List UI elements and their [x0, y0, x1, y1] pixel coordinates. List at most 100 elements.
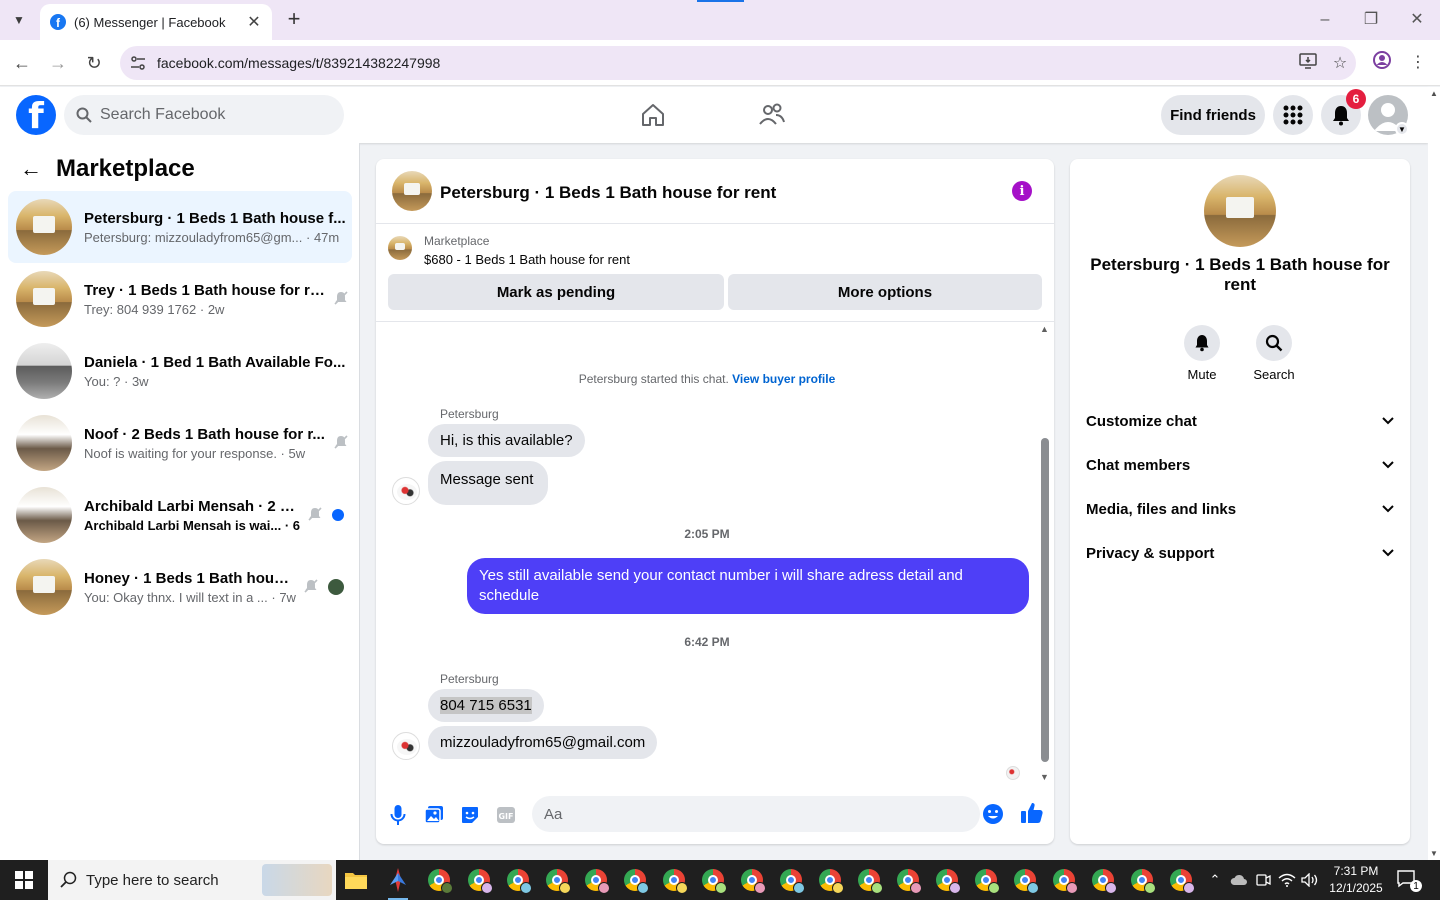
conversation-item[interactable]: Noof · 2 Beds 1 Bath house for r... Noof… [8, 407, 352, 479]
window-close-icon[interactable]: ✕ [1402, 8, 1432, 32]
app-pinned-icon[interactable] [382, 864, 414, 900]
chrome-profile-icon[interactable] [970, 864, 1002, 896]
home-icon[interactable] [635, 97, 671, 133]
thumbs-up-icon[interactable] [1020, 801, 1044, 825]
mute-button[interactable]: Mute [1172, 325, 1232, 382]
taskbar-clock[interactable]: 7:31 PM 12/1/2025 [1326, 863, 1386, 897]
file-explorer-icon[interactable] [340, 864, 372, 896]
more-options-button[interactable]: More options [728, 274, 1042, 310]
find-friends-button[interactable]: Find friends [1161, 95, 1265, 135]
menu-grid-icon[interactable] [1273, 95, 1313, 135]
tab-close-icon[interactable]: ✕ [246, 12, 262, 32]
outgoing-message[interactable]: Yes still available send your contact nu… [467, 558, 1029, 614]
forward-arrow-icon[interactable]: → [45, 50, 71, 76]
emoji-icon[interactable] [982, 803, 1004, 825]
chrome-profile-icon[interactable] [1087, 864, 1119, 896]
incoming-message[interactable]: Hi, is this available? [428, 424, 585, 457]
facebook-logo-icon[interactable]: f [16, 95, 56, 135]
chrome-profile-icon[interactable] [463, 864, 495, 896]
browser-menu-icon[interactable]: ⋮ [1405, 50, 1431, 76]
photo-icon[interactable] [422, 803, 446, 827]
listing-thumbnail[interactable] [388, 236, 412, 260]
chrome-profile-icon[interactable] [619, 864, 651, 896]
microphone-icon[interactable] [386, 803, 410, 827]
conversation-item[interactable]: Petersburg · 1 Beds 1 Bath house f... Pe… [8, 191, 352, 263]
chrome-profile-icon[interactable] [892, 864, 924, 896]
chat-title[interactable]: Petersburg · 1 Beds 1 Bath house for ren… [440, 183, 776, 203]
facebook-search-input[interactable] [100, 106, 320, 124]
windows-start-icon[interactable] [0, 860, 48, 900]
browser-tab-messenger[interactable]: f (6) Messenger | Facebook ✕ [40, 4, 272, 40]
media-files-links-section[interactable]: Media, files and links [1078, 487, 1402, 531]
gif-icon[interactable]: GIF [494, 803, 518, 827]
info-icon[interactable]: i [1012, 181, 1032, 201]
chrome-profile-icon[interactable] [502, 864, 534, 896]
chat-details-photo[interactable] [1204, 175, 1276, 247]
chrome-profile-icon[interactable] [814, 864, 846, 896]
sender-avatar[interactable] [392, 732, 420, 760]
facebook-search[interactable] [64, 95, 344, 135]
privacy-support-section[interactable]: Privacy & support [1078, 531, 1402, 575]
mark-as-pending-button[interactable]: Mark as pending [388, 274, 724, 310]
bookmark-star-icon[interactable]: ☆ [1324, 53, 1356, 73]
sender-avatar[interactable] [392, 477, 420, 505]
scrollbar-thumb[interactable] [1041, 438, 1049, 762]
new-tab-plus-icon[interactable]: + [282, 8, 306, 32]
scroll-up-arrow-icon[interactable]: ▲ [1040, 324, 1049, 334]
search-in-chat-button[interactable]: Search [1244, 325, 1304, 382]
page-scrollbar[interactable]: ▲ ▼ [1428, 87, 1440, 860]
sticker-icon[interactable] [458, 803, 482, 827]
view-buyer-profile-link[interactable]: View buyer profile [732, 372, 835, 386]
chrome-profile-icon[interactable] [541, 864, 573, 896]
wifi-icon[interactable] [1276, 860, 1298, 900]
address-bar[interactable]: facebook.com/messages/t/839214382247998 … [120, 46, 1356, 80]
chrome-profile-icon[interactable] [580, 864, 612, 896]
back-arrow-icon[interactable]: ← [9, 50, 35, 76]
scroll-down-arrow-icon[interactable]: ▼ [1040, 772, 1049, 782]
chrome-profile-icon[interactable] [931, 864, 963, 896]
chrome-profile-icon[interactable] [658, 864, 690, 896]
show-hidden-icons-chevron-up-icon[interactable]: ⌃ [1204, 860, 1226, 900]
message-input[interactable] [544, 805, 924, 823]
listing-title[interactable]: $680 - 1 Beds 1 Bath house for rent [424, 252, 630, 267]
chat-scrollbar[interactable]: ▲ ▼ [1038, 322, 1052, 782]
chrome-profile-icon[interactable] [736, 864, 768, 896]
chrome-profile-icon[interactable] [853, 864, 885, 896]
action-center-icon[interactable]: 1 [1396, 868, 1422, 892]
incoming-message[interactable]: mizzouladyfrom65@gmail.com [428, 726, 658, 759]
volume-icon[interactable] [1299, 860, 1321, 900]
conversation-item[interactable]: Daniela · 1 Bed 1 Bath Available Fo... Y… [8, 335, 352, 407]
chrome-profile-icon[interactable] [1048, 864, 1080, 896]
restore-icon[interactable]: ❐ [1356, 8, 1386, 32]
reload-icon[interactable]: ↻ [81, 50, 107, 76]
taskbar-search[interactable] [48, 860, 336, 900]
minimize-icon[interactable]: – [1310, 8, 1340, 32]
scroll-up-arrow-icon[interactable]: ▲ [1430, 89, 1438, 98]
account-chevron-down-icon[interactable]: ▼ [1395, 122, 1409, 136]
meet-now-icon[interactable] [1252, 860, 1274, 900]
friends-icon[interactable] [754, 97, 790, 133]
customize-chat-section[interactable]: Customize chat [1078, 399, 1402, 443]
chrome-profile-icon[interactable] [697, 864, 729, 896]
tab-search-chevron-icon[interactable]: ▼ [6, 8, 32, 32]
conversation-item[interactable]: Honey · 1 Beds 1 Bath house ... You: Oka… [8, 551, 352, 623]
site-settings-icon[interactable] [128, 53, 148, 73]
incoming-message[interactable]: Message sent [428, 461, 549, 505]
chrome-profile-icon[interactable] [1165, 864, 1197, 896]
conversation-item[interactable]: Archibald Larbi Mensah · 2 B... Archibal… [8, 479, 352, 551]
chrome-profile-icon[interactable] [1126, 864, 1158, 896]
incoming-message[interactable]: 804 715 6531 [428, 689, 544, 722]
taskbar-search-input[interactable] [86, 871, 256, 889]
scroll-down-arrow-icon[interactable]: ▼ [1430, 849, 1438, 858]
chrome-profile-icon[interactable] [1009, 864, 1041, 896]
chat-members-section[interactable]: Chat members [1078, 443, 1402, 487]
back-arrow-icon[interactable]: ← [20, 156, 44, 182]
chat-photo[interactable] [392, 171, 432, 211]
chrome-profile-icon[interactable] [423, 864, 455, 896]
install-app-icon[interactable] [1292, 52, 1324, 74]
onedrive-cloud-icon[interactable] [1228, 860, 1250, 900]
conversation-item[interactable]: Trey · 1 Beds 1 Bath house for rent Trey… [8, 263, 352, 335]
chrome-profile-icon[interactable] [775, 864, 807, 896]
message-input-box[interactable] [532, 796, 980, 832]
profile-icon[interactable] [1369, 50, 1395, 76]
